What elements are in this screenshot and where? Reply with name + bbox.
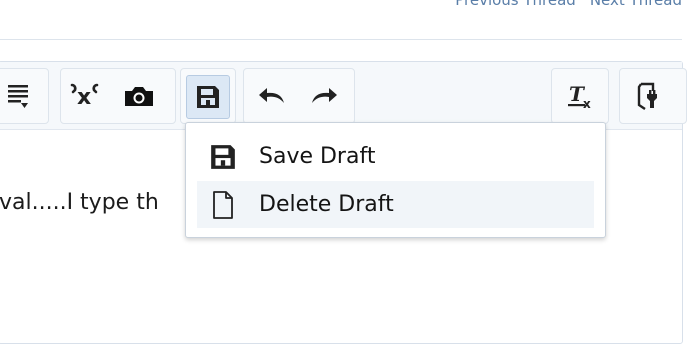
remove-formatting-button[interactable]: T x xyxy=(562,75,598,117)
redo-icon xyxy=(309,85,339,107)
remove-formatting-icon: T x xyxy=(565,82,595,110)
save-draft-label: Save Draft xyxy=(259,144,376,169)
insert-image-button[interactable] xyxy=(121,75,157,117)
toggle-bbcode-button[interactable] xyxy=(630,75,666,117)
camera-icon xyxy=(123,84,155,108)
next-thread-link[interactable]: Next Thread xyxy=(590,0,682,9)
editor-toolbar: x T x xyxy=(0,62,687,130)
toolbar-group-drafts xyxy=(180,68,236,124)
draft-menu: Save Draft Delete Draft xyxy=(185,122,606,238)
undo-icon xyxy=(257,85,287,107)
previous-thread-link[interactable]: Previous Thread xyxy=(455,0,576,9)
undo-button[interactable] xyxy=(254,75,290,117)
settings-toggle-icon xyxy=(635,81,661,111)
floppy-disk-icon xyxy=(197,143,249,171)
toolbar-group-format xyxy=(0,68,49,124)
delete-draft-menu-item[interactable]: Delete Draft xyxy=(197,181,594,228)
toolbar-group-clean: T x xyxy=(551,68,609,124)
delete-draft-label: Delete Draft xyxy=(259,192,394,217)
drafts-button[interactable] xyxy=(186,75,230,119)
divider xyxy=(0,39,682,40)
floppy-disk-icon xyxy=(195,84,221,110)
editor-content-text[interactable]: val.....I type th xyxy=(0,190,159,215)
toolbar-group-settings xyxy=(619,68,687,124)
bbcode-button[interactable]: x xyxy=(66,75,102,117)
toolbar-group-history xyxy=(243,68,355,124)
redo-button[interactable] xyxy=(306,75,342,117)
document-icon xyxy=(197,190,249,220)
thread-navigation: Previous Thread Next Thread xyxy=(455,0,682,9)
save-draft-menu-item[interactable]: Save Draft xyxy=(197,133,594,180)
svg-text:x: x xyxy=(583,97,591,110)
format-button[interactable] xyxy=(0,75,36,117)
bbcode-icon: x xyxy=(68,81,100,111)
svg-text:x: x xyxy=(77,85,91,110)
toolbar-group-insert: x xyxy=(60,68,176,124)
format-icon xyxy=(6,83,30,109)
